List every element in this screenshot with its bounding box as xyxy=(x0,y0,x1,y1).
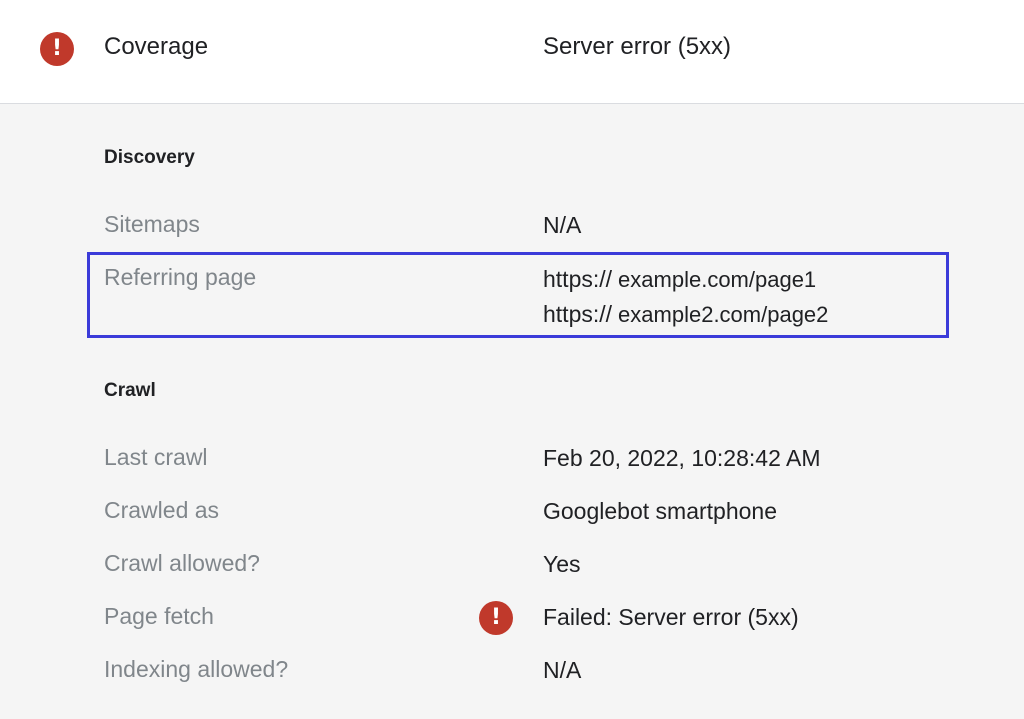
discovery-section-title: Discovery xyxy=(104,147,195,168)
last-crawl-value: Feb 20, 2022, 10:28:42 AM xyxy=(543,445,821,471)
coverage-label: Coverage xyxy=(104,33,209,60)
indexing-allowed-label: Indexing allowed? xyxy=(104,656,289,682)
crawled-as-value: Googlebot smartphone xyxy=(543,498,777,524)
sitemaps-label: Sitemaps xyxy=(104,211,200,237)
referring-page-urls: https://example.com/page1 https://exampl… xyxy=(543,262,828,332)
page-fetch-value: Failed: Server error (5xx) xyxy=(543,604,799,630)
referring-url-1[interactable]: https://example.com/page1 xyxy=(543,262,828,297)
crawl-section-title: Crawl xyxy=(104,380,156,401)
error-icon: ! xyxy=(40,32,74,66)
crawl-allowed-value: Yes xyxy=(543,551,581,577)
referring-url-2[interactable]: https://example2.com/page2 xyxy=(543,297,828,332)
last-crawl-label: Last crawl xyxy=(104,444,208,470)
page-fetch-error-icon: ! xyxy=(479,601,513,635)
indexing-allowed-value: N/A xyxy=(543,657,582,683)
crawled-as-label: Crawled as xyxy=(104,497,220,523)
sitemaps-value: N/A xyxy=(543,212,582,238)
coverage-header: ! Coverage Server error (5xx) xyxy=(0,0,1024,104)
crawl-allowed-label: Crawl allowed? xyxy=(104,550,260,576)
page-fetch-label: Page fetch xyxy=(104,603,214,629)
coverage-value: Server error (5xx) xyxy=(543,33,732,60)
referring-page-label: Referring page xyxy=(104,264,257,290)
